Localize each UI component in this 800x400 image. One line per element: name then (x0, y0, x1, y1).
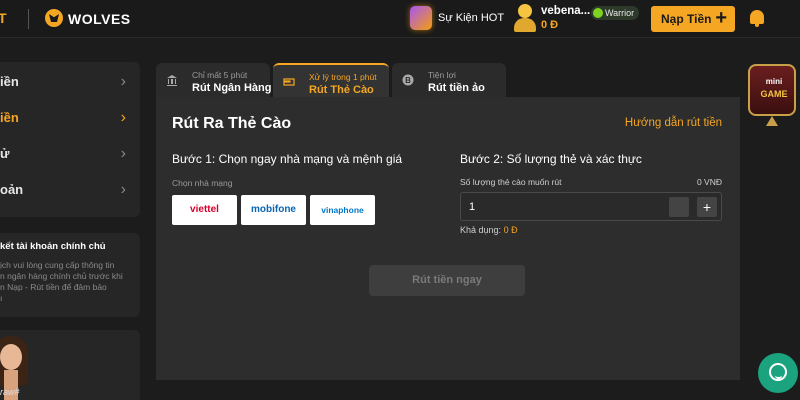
tab-label: Rút tiền ảo (428, 82, 485, 94)
bank-icon (167, 75, 177, 86)
carrier-vinaphone-button[interactable]: vinaphone (310, 195, 375, 225)
page-title: Rút Ra Thẻ Cào (172, 115, 292, 132)
viettel-logo: viettel (190, 204, 219, 215)
info-line: ịch vui lòng cung cấp thông tin (0, 260, 115, 270)
plus-icon: + (715, 7, 727, 29)
event-hot-link[interactable]: Sự Kiện HOT (438, 12, 504, 24)
tab-subtitle: Xử lý trong 1 phút (309, 72, 377, 82)
card-icon (283, 78, 295, 86)
minigame-button[interactable]: mini GAME (746, 64, 800, 126)
tab-subtitle: Chỉ mất 5 phút (192, 70, 248, 80)
sidebar-item-label: ử (0, 146, 10, 161)
promo-text: raw# (0, 387, 20, 397)
vip-badge: Warrior (591, 6, 640, 20)
quantity-label: Số lượng thẻ cào muốn rút (460, 177, 562, 187)
top-bar: T WOLVES Sự Kiện HOT vebena... 0 Đ Warri… (0, 0, 800, 38)
user-balance: 0 Đ (541, 19, 559, 31)
tab-subtitle: Tiện lợi (428, 70, 456, 80)
bell-icon[interactable] (750, 10, 764, 27)
info-line: n ngân hàng chính chủ trước khi (0, 271, 123, 281)
available-amount: 0 Đ (503, 225, 518, 235)
available-balance: Khả dụng: 0 Đ (460, 225, 518, 235)
sidebar-menu: iền › iền › ử › oản › (0, 62, 140, 217)
tab-crypto-withdraw[interactable]: B Tiện lợi Rút tiền ảo (392, 63, 506, 97)
live-chat-button[interactable] (758, 353, 798, 393)
chevron-right-icon: › (120, 145, 126, 162)
mobifone-logo: mobifone (251, 204, 296, 215)
quantity-total: 0 VNĐ (696, 177, 722, 187)
sidebar-item-label: iền (0, 110, 19, 125)
minigame-top-text: mini (765, 77, 783, 86)
tab-card-withdraw[interactable]: Xử lý trong 1 phút Rút Thẻ Cào (273, 63, 389, 97)
sidebar-item-3[interactable]: ử › (0, 137, 140, 171)
deposit-button[interactable]: Nạp Tiền + (651, 6, 735, 32)
svg-text:B: B (405, 76, 411, 85)
quantity-input[interactable]: 1 (469, 201, 475, 213)
info-line: n Nạp - Rút tiền để đảm bảo (0, 282, 107, 292)
plus-button[interactable]: + (697, 197, 717, 217)
minigame-bottom-text: GAME (760, 89, 788, 99)
chevron-right-icon: › (120, 181, 126, 198)
step2-heading: Bước 2: Số lượng thẻ và xác thực (460, 152, 642, 166)
brand-name[interactable]: WOLVES (68, 11, 131, 27)
minigame-badge: mini GAME (748, 64, 796, 116)
withdraw-now-button[interactable]: Rút tiền ngay (369, 265, 525, 296)
chevron-right-icon: › (120, 73, 126, 90)
bitcoin-icon: B (402, 74, 414, 86)
sidebar-item-label: iền (0, 74, 19, 89)
account-link-info: kết tài khoản chính chủ ịch vui lòng cun… (0, 233, 140, 317)
sidebar-item-2[interactable]: iền › (0, 101, 140, 135)
vinaphone-logo: vinaphone (321, 205, 364, 215)
deposit-label: Nạp Tiền (661, 12, 712, 26)
wolves-logo-icon (45, 9, 63, 27)
event-hot-icon[interactable] (410, 6, 432, 30)
site-logo[interactable]: T (0, 10, 8, 26)
carrier-mobifone-button[interactable]: mobifone (241, 195, 306, 225)
sidebar-item-4[interactable]: oản › (0, 173, 140, 207)
user-avatar[interactable] (514, 4, 536, 32)
quantity-stepper[interactable]: 1 + (460, 192, 722, 221)
info-line: ı (0, 293, 3, 303)
sidebar-item-label: oản (0, 182, 24, 197)
username[interactable]: vebena... (541, 5, 590, 17)
carrier-label: Chọn nhà mạng (172, 178, 233, 188)
withdraw-card-panel: Rút Ra Thẻ Cào Hướng dẫn rút tiền Bước 1… (156, 97, 740, 380)
tab-bank-withdraw[interactable]: Chỉ mất 5 phút Rút Ngân Hàng (156, 63, 272, 97)
chevron-right-icon: › (120, 109, 126, 126)
sidebar-item-1[interactable]: iền › (0, 65, 140, 99)
minigame-stem (766, 116, 778, 126)
withdraw-guide-link[interactable]: Hướng dẫn rút tiền (625, 117, 722, 129)
promo-banner[interactable]: raw# (0, 330, 140, 400)
minus-button[interactable] (669, 197, 689, 217)
logo-divider (28, 9, 29, 29)
info-title: kết tài khoản chính chủ (0, 241, 106, 252)
available-label: Khả dụng: (460, 225, 502, 235)
carrier-viettel-button[interactable]: viettel (172, 195, 237, 225)
tab-label: Rút Ngân Hàng (192, 82, 272, 94)
tab-label: Rút Thẻ Cào (309, 84, 374, 96)
step1-heading: Bước 1: Chọn ngay nhà mạng và mệnh giá (172, 152, 403, 166)
chat-icon (769, 363, 787, 381)
